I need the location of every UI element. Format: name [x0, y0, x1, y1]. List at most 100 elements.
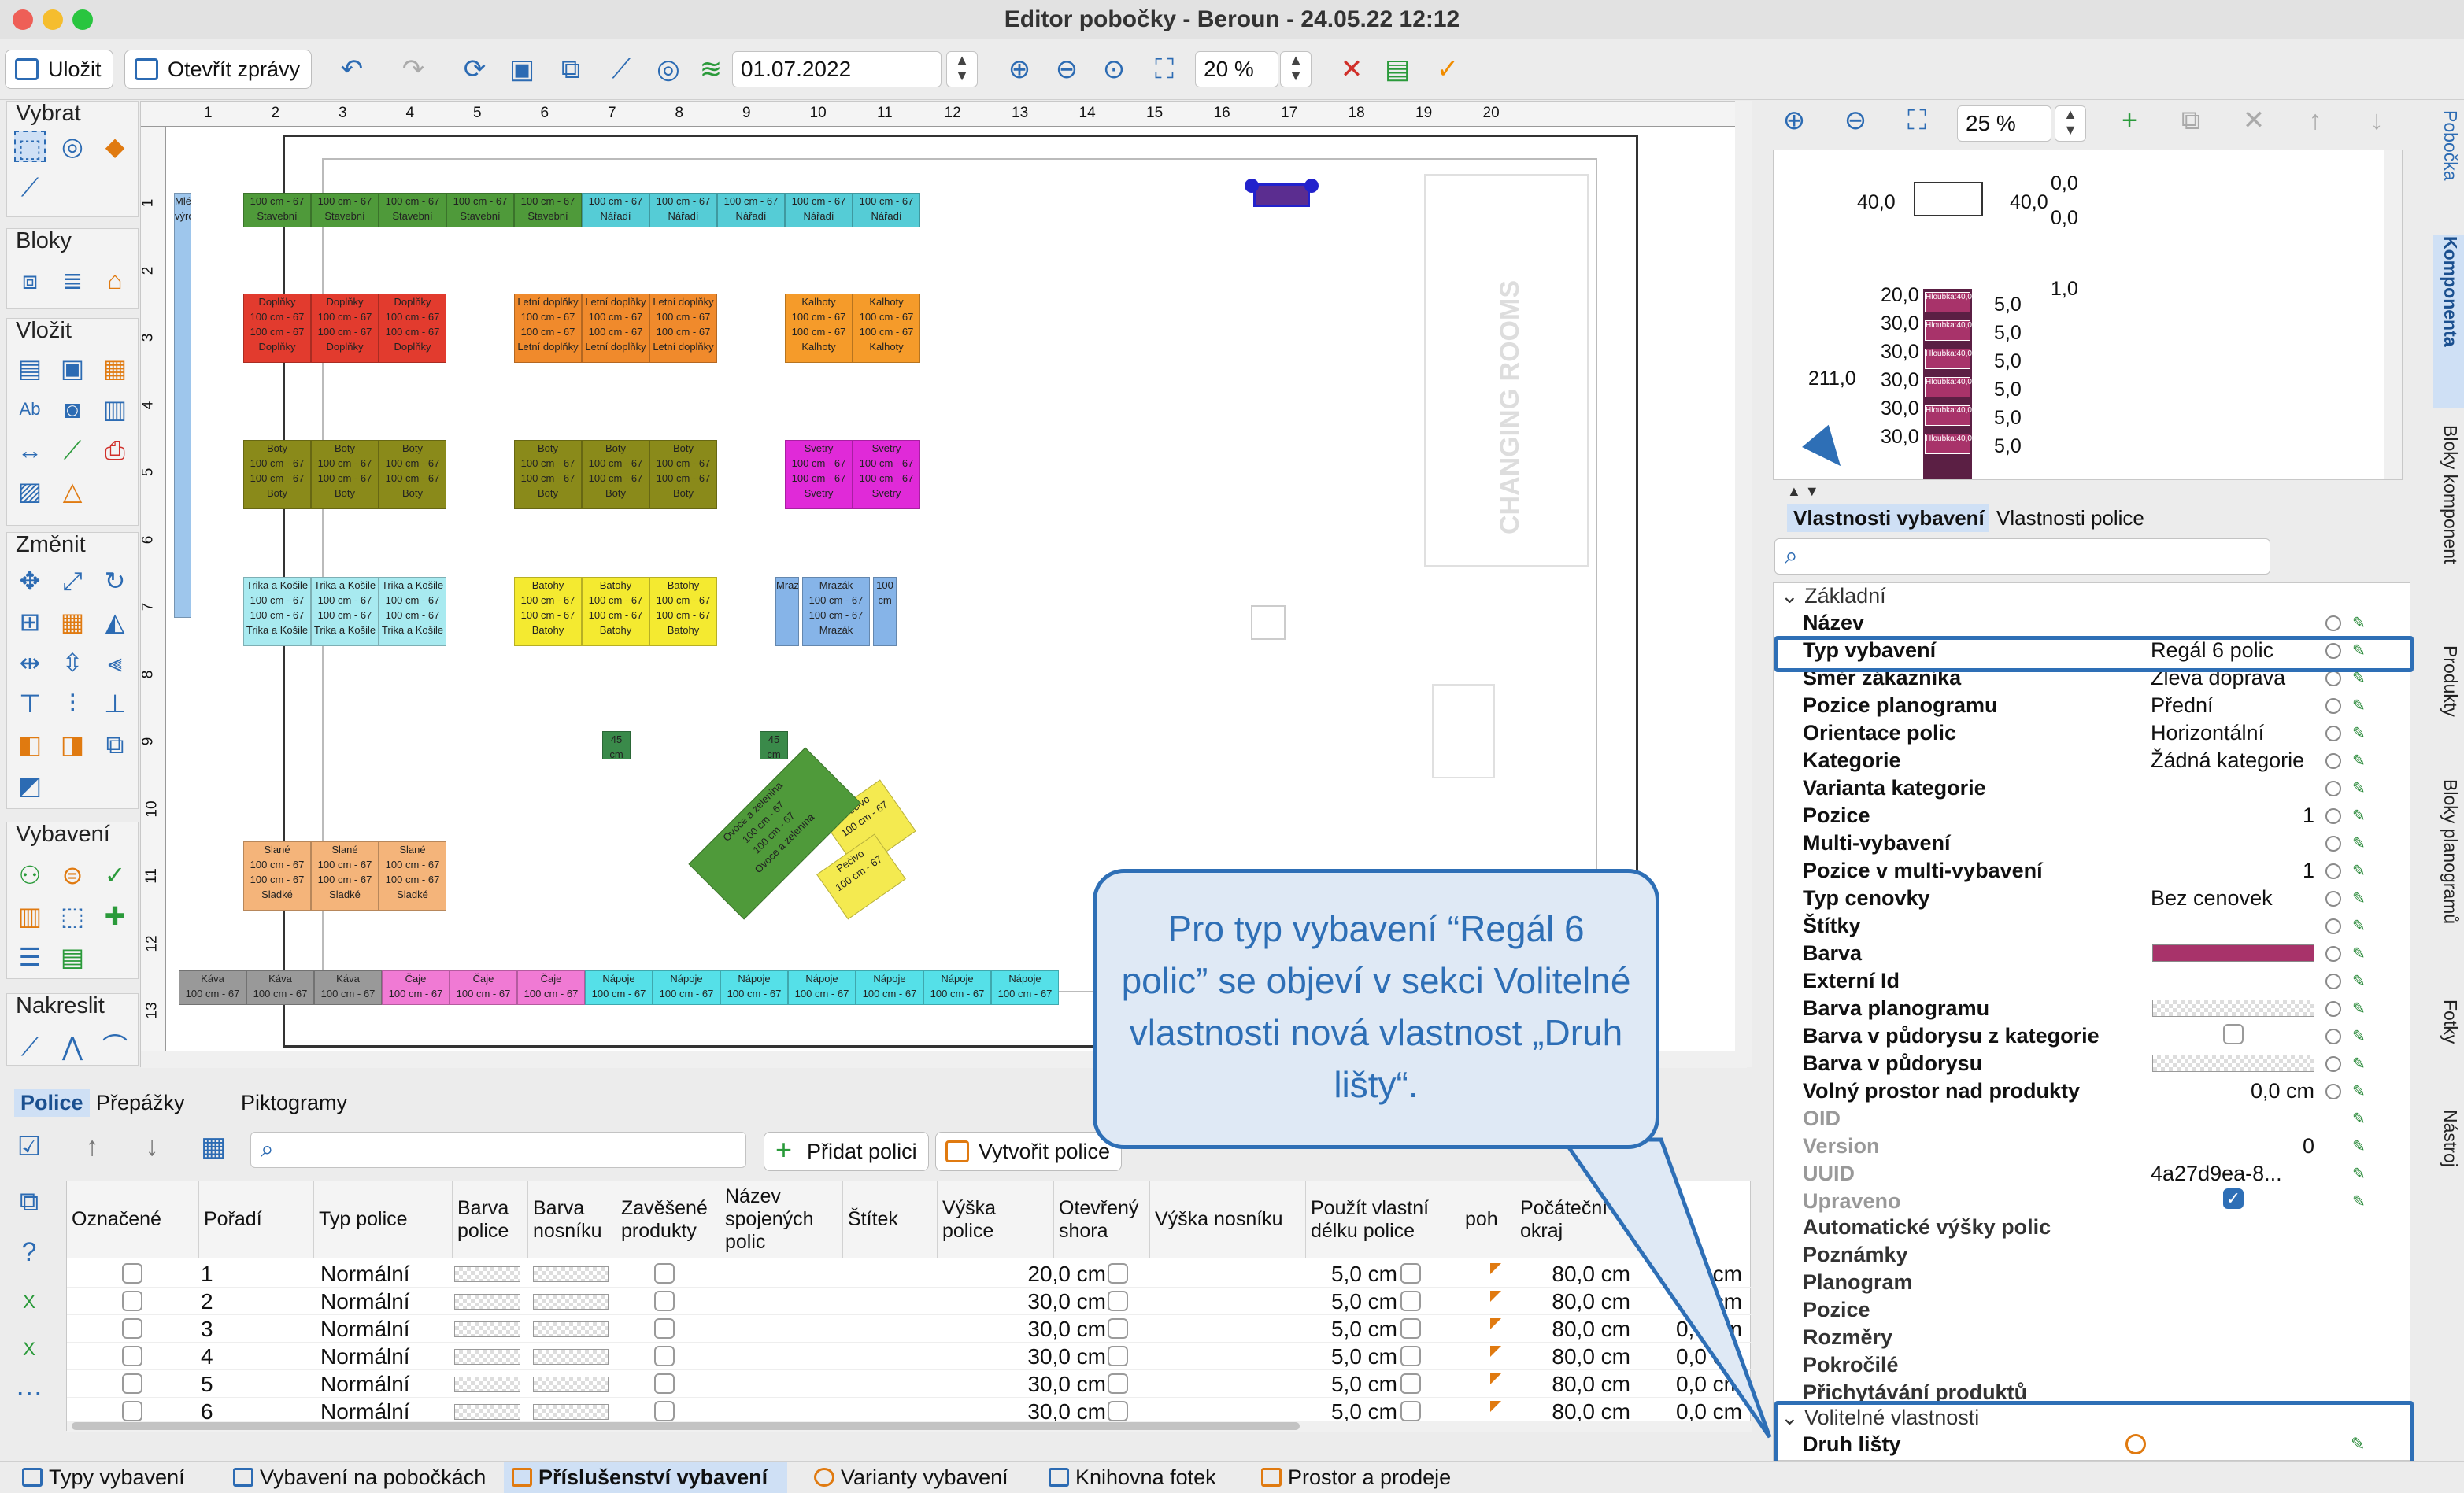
own-length-checkbox[interactable] — [1400, 1373, 1421, 1394]
preview-zoom-stepper[interactable]: ▲ ▼ — [2055, 105, 2086, 142]
edit-icon[interactable]: ✎ — [2352, 974, 2370, 989]
fixture-block[interactable]: 100 cm - 67 Nářadí — [649, 193, 717, 227]
fixture-block[interactable]: Svetry 100 cm - 67 100 cm - 67 Svetry — [785, 440, 853, 509]
check-equipment-icon[interactable]: ✓ — [99, 859, 131, 891]
move-icon[interactable]: ✥ — [14, 565, 46, 597]
hanging-checkbox[interactable] — [654, 1318, 675, 1339]
fixture-block[interactable]: Slané 100 cm - 67 100 cm - 67 Sladké — [311, 841, 379, 911]
maximize-window-button[interactable] — [72, 9, 93, 30]
distribute-v-icon[interactable]: ⇳ — [57, 647, 88, 678]
shelf-color-swatch[interactable] — [454, 1321, 520, 1337]
check-icon[interactable]: ✓ — [1433, 54, 1463, 84]
row-checkbox[interactable] — [122, 1318, 142, 1339]
vtab-fotky[interactable]: Fotky — [2436, 1000, 2461, 1044]
group-volitelne-vlastnosti[interactable]: ⌄ Volitelné vlastnosti — [1781, 1406, 1979, 1430]
table-header-4[interactable]: Barva nosníku — [528, 1181, 616, 1258]
fixture-block[interactable]: Boty 100 cm - 67 100 cm - 67 Boty — [649, 440, 717, 509]
edit-icon[interactable]: ✎ — [2352, 891, 2370, 907]
fixture-block[interactable]: Batohy 100 cm - 67 100 cm - 67 Batohy — [582, 577, 649, 646]
tab-piktogramy[interactable]: Piktogramy — [241, 1091, 347, 1115]
preview-add-icon[interactable]: + — [2114, 105, 2144, 135]
shelf-color-swatch[interactable] — [454, 1377, 520, 1392]
fixture-block[interactable]: Doplňky 100 cm - 67 100 cm - 67 Doplňky — [379, 294, 446, 363]
vtab-komponenta[interactable]: Komponenta — [2436, 236, 2461, 347]
fixture-block[interactable]: Slané 100 cm - 67 100 cm - 67 Sladké — [243, 841, 311, 911]
people-icon[interactable]: ⚇ — [14, 859, 46, 891]
property-row[interactable]: Orientace polic Horizontální ✎ — [1779, 719, 2407, 747]
property-row[interactable]: Pozice v multi-vybavení 1 ✎ — [1779, 857, 2407, 885]
property-row[interactable]: Upraveno ✎ — [1779, 1188, 2407, 1215]
property-row[interactable]: Version 0 ✎ — [1779, 1133, 2407, 1160]
btab-prislusenstvi[interactable]: Příslušenství vybavení — [504, 1462, 787, 1493]
edit-icon[interactable]: ✎ — [2352, 946, 2370, 962]
property-group[interactable]: Pozice — [1787, 1298, 1870, 1322]
report-equipment-icon[interactable]: ▤ — [57, 941, 88, 973]
edit-icon[interactable]: ✎ — [2352, 1139, 2370, 1155]
fixture-block[interactable]: Trika a Košile 100 cm - 67 100 cm - 67 Trik… — [379, 577, 446, 646]
property-row[interactable]: Multi-vybavení ✎ — [1779, 830, 2407, 857]
own-length-checkbox[interactable] — [1400, 1346, 1421, 1366]
mirror-icon[interactable]: ◭ — [99, 606, 131, 637]
table-row[interactable]: 4 Normální 30,0 cm 5,0 cm 80,0 cm 0,0 cm — [67, 1343, 1752, 1370]
edit-icon[interactable]: ✎ — [2352, 698, 2370, 714]
list-icon[interactable]: ☰ — [14, 941, 46, 973]
ungroup-icon[interactable]: ◩ — [14, 770, 46, 801]
row-checkbox[interactable] — [122, 1401, 142, 1421]
vtab-pobocka[interactable]: Pobočka — [2436, 110, 2461, 181]
edit-icon[interactable]: ✎ — [2352, 918, 2370, 934]
beam-color-swatch[interactable] — [533, 1266, 609, 1282]
selected-fixture[interactable] — [1253, 183, 1310, 207]
reset-icon[interactable] — [2325, 1056, 2341, 1072]
reset-icon[interactable] — [2325, 698, 2341, 714]
row-checkbox[interactable] — [122, 1346, 142, 1366]
edit-icon[interactable]: ✎ — [2352, 726, 2370, 741]
reset-icon[interactable] — [2325, 726, 2341, 741]
fixture-block[interactable]: 100 cm — [873, 577, 897, 646]
property-row[interactable]: Externí Id ✎ — [1779, 967, 2407, 995]
reset-icon[interactable] — [2325, 1029, 2341, 1044]
zoom-stepper[interactable]: ▲ ▼ — [1280, 51, 1312, 87]
excel-export-icon[interactable]: X — [14, 1288, 44, 1317]
fixture-block[interactable]: Mrazák — [775, 577, 799, 646]
group-basic[interactable]: ⌄ Základní — [1781, 582, 1886, 609]
preview-zoom-out-icon[interactable]: ⊖ — [1841, 105, 1870, 135]
grid-icon[interactable]: ▦ — [57, 606, 88, 637]
open-top-checkbox[interactable] — [1108, 1263, 1128, 1284]
table-row[interactable]: 2Normální30,0 cm5,0 cm80,0 cm0,0 cm — [67, 1288, 1752, 1315]
zoom-out-icon[interactable]: ⊖ — [1052, 54, 1082, 84]
fixture-block[interactable]: Batohy 100 cm - 67 100 cm - 67 Batohy — [514, 577, 582, 646]
fixture-block[interactable]: Nápoje 100 cm - 67 — [653, 970, 720, 1005]
zoom-fit-icon[interactable]: ⊙ — [1099, 54, 1129, 84]
shelf-color-swatch[interactable] — [454, 1349, 520, 1365]
table-header-8[interactable]: Výška police — [938, 1181, 1054, 1258]
copy-icon[interactable]: ⧉ — [14, 1187, 44, 1217]
align-icon[interactable]: ⊞ — [14, 606, 46, 637]
select-tool-icon[interactable]: ⬚ — [14, 131, 46, 162]
vtab-bloky-komponent[interactable]: Bloky komponent — [2436, 425, 2461, 564]
selection-handle[interactable] — [1304, 179, 1319, 193]
druh-listy-reset-icon[interactable] — [2125, 1434, 2146, 1454]
excel-import-icon[interactable]: X — [14, 1335, 44, 1365]
btab-vybaveni-na-pobockach[interactable]: Vybavení na pobočkách — [225, 1462, 486, 1493]
open-top-checkbox[interactable] — [1108, 1373, 1128, 1394]
tab-prepazky[interactable]: Přepážky — [96, 1091, 185, 1115]
property-row[interactable]: Varianta kategorie ✎ — [1779, 774, 2407, 802]
table-scroll-thumb[interactable] — [72, 1422, 1300, 1430]
line-icon[interactable]: ⟋ — [57, 434, 88, 466]
reset-icon[interactable] — [2325, 615, 2341, 631]
preview-copy-icon[interactable]: ⧉ — [2176, 105, 2206, 135]
fixture-block[interactable]: 45 cm — [760, 731, 788, 759]
point-select-icon[interactable]: ◎ — [57, 131, 88, 162]
reset-icon[interactable] — [2325, 918, 2341, 934]
shelf-color-swatch[interactable] — [454, 1294, 520, 1310]
barva-planogramu-swatch[interactable] — [2152, 1000, 2314, 1017]
table-row[interactable]: 5 Normální 30,0 cm 5,0 cm 80,0 cm 0,0 cm — [67, 1370, 1752, 1398]
fixture-block[interactable]: Boty 100 cm - 67 100 cm - 67 Boty — [311, 440, 379, 509]
preview-down-icon[interactable]: ↓ — [2362, 105, 2392, 135]
fixture-block[interactable]: Letní doplňky 100 cm - 67 100 cm - 67 Letní… — [514, 294, 582, 363]
edit-icon[interactable]: ✎ — [2352, 1084, 2370, 1099]
fixture-block[interactable]: Trika a Košile 100 cm - 67 100 cm - 67 Trik… — [311, 577, 379, 646]
property-row[interactable]: UUID 4a27d9ea-8... ✎ — [1779, 1160, 2407, 1188]
fixture-block[interactable]: Nápoje 100 cm - 67 — [856, 970, 923, 1005]
fixture-block[interactable]: Čaje 100 cm - 67 — [382, 970, 450, 1005]
